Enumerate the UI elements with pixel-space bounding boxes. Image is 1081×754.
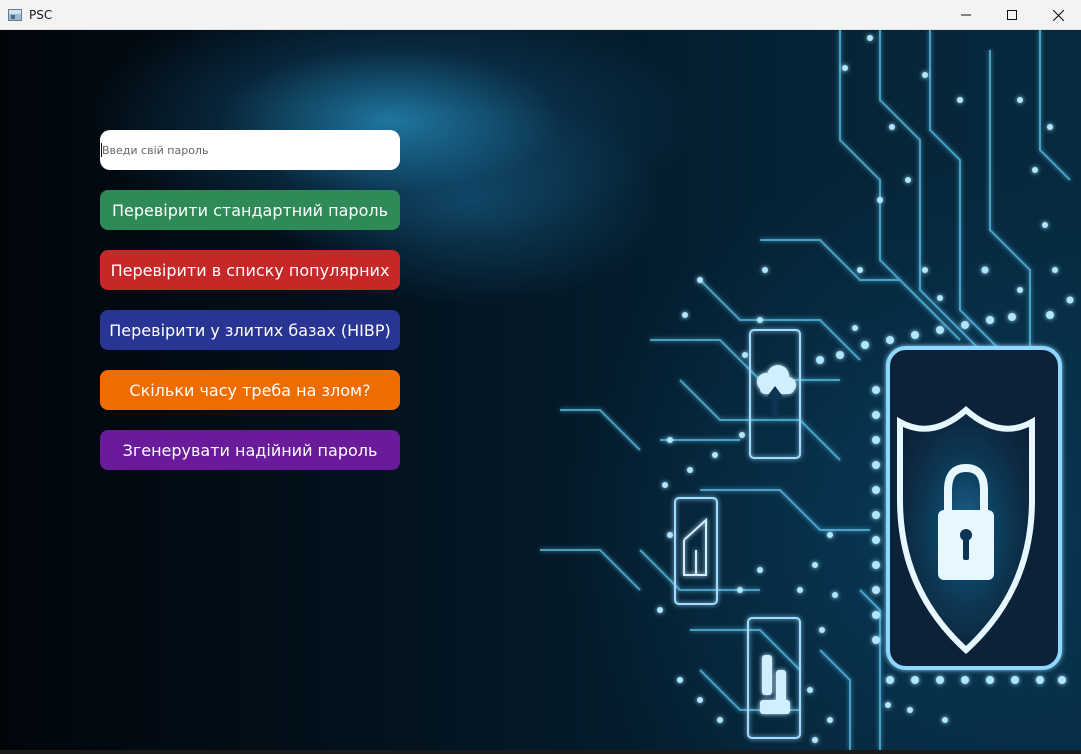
maximize-icon [1007,10,1017,20]
document-icon [683,517,707,576]
app-window-icon [8,8,22,21]
rocket-icon [760,655,790,714]
cloud-upload-icon [757,365,796,416]
text-caret [101,143,102,157]
window-controls [943,0,1081,30]
window-bottom-edge [0,750,1081,754]
title-bar[interactable]: PSC [0,0,1081,30]
close-icon [1052,9,1064,21]
generate-password-button[interactable]: Згенерувати надійний пароль [100,430,400,470]
maximize-button[interactable] [989,0,1035,30]
check-hibp-breaches-button[interactable]: Перевірити у злитих базах (HIBP) [100,310,400,350]
check-popular-list-button[interactable]: Перевірити в списку популярних [100,250,400,290]
app-window: PSC Введи свій пароль Перевірити стандар… [0,0,1081,754]
crack-time-estimate-button[interactable]: Скільки часу треба на злом? [100,370,400,410]
window-title: PSC [29,7,53,22]
minimize-button[interactable] [943,0,989,30]
close-button[interactable] [1035,0,1081,30]
shield-lock-icon [886,346,1062,670]
check-standard-password-button[interactable]: Перевірити стандартний пароль [100,190,400,230]
minimize-icon [961,14,971,16]
password-input[interactable] [100,130,400,170]
